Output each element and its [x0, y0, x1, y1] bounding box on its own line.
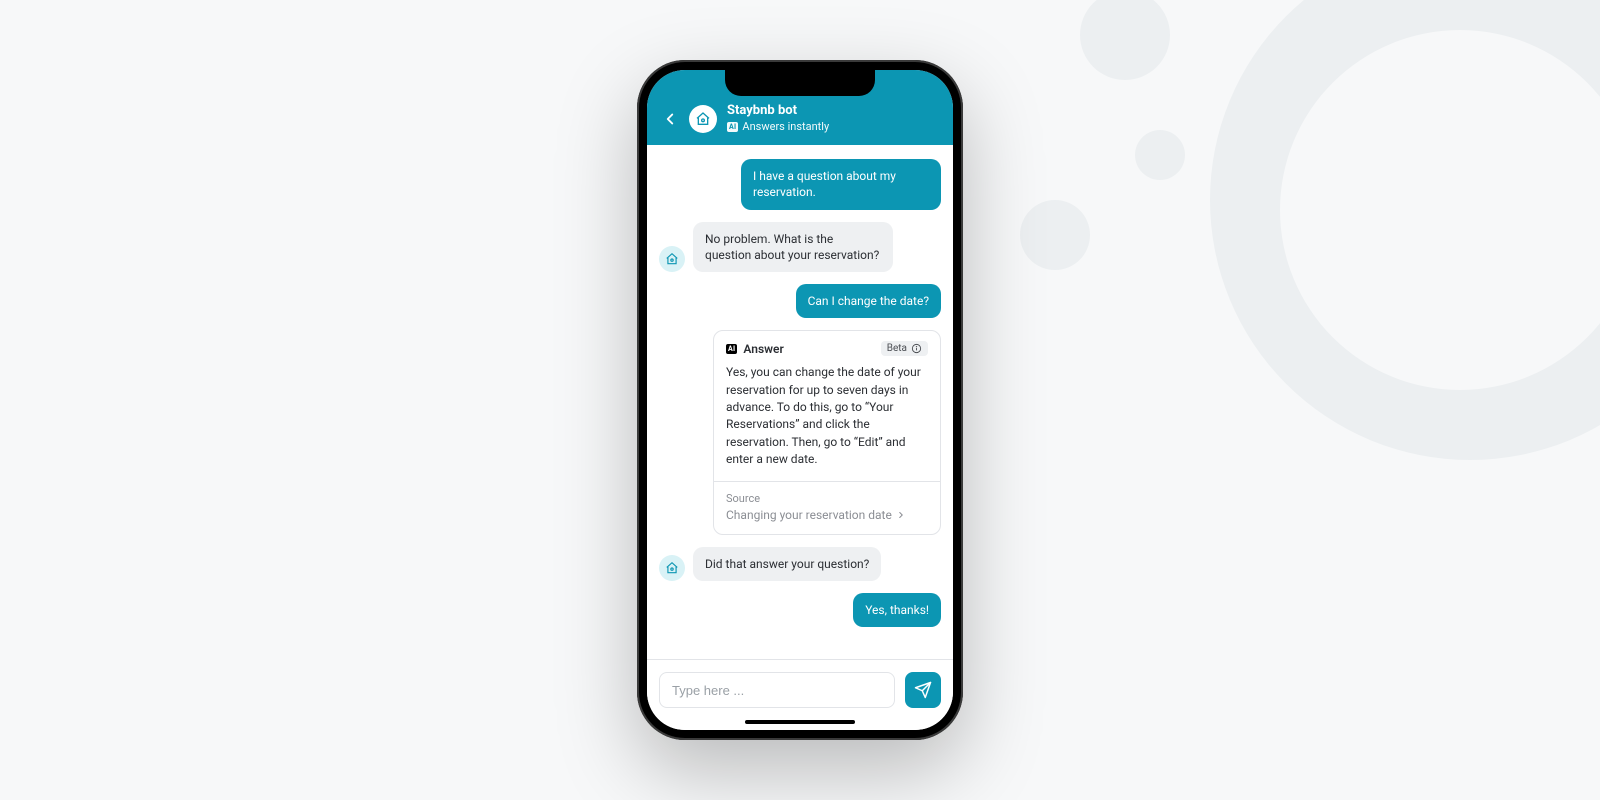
bot-subtitle-text: Answers instantly: [742, 120, 829, 133]
answer-card-header: AI Answer Beta: [714, 331, 940, 356]
source-label: Source: [726, 492, 928, 505]
home-indicator: [745, 720, 855, 724]
ai-badge: AI: [727, 122, 738, 132]
bot-subtitle: AI Answers instantly: [727, 120, 829, 133]
bot-message-avatar: [659, 246, 685, 272]
message-input[interactable]: [659, 672, 895, 708]
phone-frame: Staybnb bot AI Answers instantly I have …: [637, 60, 963, 740]
message-row: Did that answer your question?: [659, 547, 941, 581]
house-icon: [665, 561, 679, 575]
chevron-right-icon: [896, 510, 906, 520]
answer-card: AI Answer Beta Yes, you can change the d…: [713, 330, 941, 534]
chevron-left-icon: [661, 110, 679, 128]
ai-badge: AI: [726, 344, 737, 354]
decorative-blob: [1080, 0, 1170, 80]
bot-name: Staybnb bot: [727, 104, 829, 118]
info-icon: [911, 343, 922, 354]
message-row: Yes, thanks!: [659, 593, 941, 627]
bot-message: No problem. What is the question about y…: [693, 222, 893, 272]
decorative-blob: [1020, 200, 1090, 270]
house-icon: [665, 252, 679, 266]
user-message: Yes, thanks!: [853, 593, 941, 627]
decorative-blob: [1135, 130, 1185, 180]
source-link-text: Changing your reservation date: [726, 508, 892, 522]
bot-title-block: Staybnb bot AI Answers instantly: [727, 104, 829, 133]
phone-screen: Staybnb bot AI Answers instantly I have …: [647, 70, 953, 730]
beta-badge[interactable]: Beta: [881, 341, 928, 356]
message-row: Can I change the date?: [659, 284, 941, 318]
house-icon: [695, 111, 711, 127]
chat-scroll[interactable]: I have a question about my reservation. …: [647, 145, 953, 659]
send-button[interactable]: [905, 672, 941, 708]
device-notch: [725, 70, 875, 96]
bot-message: Did that answer your question?: [693, 547, 881, 581]
answer-card-body: Yes, you can change the date of your res…: [714, 356, 940, 480]
source-link[interactable]: Changing your reservation date: [726, 508, 928, 522]
send-icon: [914, 681, 932, 699]
user-message: I have a question about my reservation.: [741, 159, 941, 209]
answer-card-source: Source Changing your reservation date: [714, 481, 940, 534]
user-message: Can I change the date?: [796, 284, 941, 318]
bot-avatar: [689, 105, 717, 133]
message-row: I have a question about my reservation.: [659, 159, 941, 209]
message-row: No problem. What is the question about y…: [659, 222, 941, 272]
beta-label: Beta: [887, 343, 907, 354]
answer-card-title: Answer: [743, 342, 783, 356]
bot-message-avatar: [659, 555, 685, 581]
back-button[interactable]: [661, 110, 679, 128]
